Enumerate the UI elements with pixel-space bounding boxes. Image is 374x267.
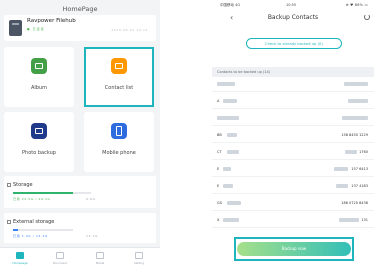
check-backed-up-label: Check to already backed up (0) [265,41,323,46]
contact-name: E [217,167,220,171]
tab-label: Media [95,261,105,265]
status-bar: 中国移动 4G 10:55 ⊕ ♥ 86% ▭ [212,3,374,11]
tab-setting[interactable]: Setting [124,250,154,267]
external-storage-progress-fill [13,229,18,231]
storage-progress-fill [13,192,74,194]
check-backed-up-button[interactable]: Check to already backed up (0) [246,38,342,49]
redacted-name [223,184,233,188]
contact-name: E [217,184,220,188]
redacted-phone [336,184,349,188]
document-icon [56,252,64,259]
storage-free: 6.6G [86,197,96,201]
redacted-name [227,133,237,137]
contact-name: BB [217,133,222,137]
contact-phone: 157 6413 [351,167,368,171]
redacted-phone [348,99,368,103]
redacted-name [227,150,239,154]
device-icon [9,20,22,36]
page-title: Backup Contacts [267,14,319,21]
contact-row[interactable]: E 157 6413 [212,163,374,177]
clock: 10:55 [286,3,297,7]
contact-row[interactable] [212,112,374,126]
contact-row[interactable] [212,78,374,92]
contact-phone: 137 4183 [351,184,368,188]
mobile-phone-tile[interactable]: Mobile phone [84,112,154,172]
contact-row[interactable]: GS 186 0720 8438 [212,197,374,211]
external-storage-progress-bar [13,229,73,231]
storage-icon [7,183,11,187]
device-time: 2019-08-22 10:15 [111,28,148,32]
homepage-screen: HomePage Ravpower Filehub ● 已连接 2019-08-… [0,0,160,267]
contact-phone: 158 8450 1229 [341,133,368,137]
redacted-name [217,116,239,120]
list-header-text: Contacts to be backed up (14) [217,69,271,74]
storage-title: Storage [13,182,33,188]
redacted-phone [344,82,368,86]
contact-list-highlight [84,47,154,107]
home-icon[interactable] [364,14,370,20]
external-storage-title: External storage [13,219,55,225]
redacted-name [223,167,231,171]
backup-contacts-screen: 中国移动 4G 10:55 ⊕ ♥ 86% ▭ ‹ Backup Contact… [212,0,374,267]
contact-row[interactable]: E 137 4183 [212,180,374,194]
redacted-phone [342,116,368,120]
backup-now-button[interactable]: Backup now [237,242,351,256]
battery-status: ⊕ ♥ 86% ▭ [345,3,368,7]
contact-row[interactable]: X 131 [212,214,374,228]
contact-name: X [217,218,220,222]
bottom-tab-bar: Homepage Document Media Setting [0,247,160,267]
contact-name: A [217,99,220,103]
contact-phone: 1760 [359,150,368,154]
storage-card[interactable]: Storage 已用 22.5G / 29.1G 6.6G [4,176,156,208]
contact-row[interactable]: CT 1760 [212,146,374,160]
mobile-phone-icon [111,123,127,139]
redacted-name [223,218,239,222]
carrier: 中国移动 4G [220,3,241,7]
media-icon [96,252,104,259]
photo-backup-icon [31,123,47,139]
tab-label: Homepage [12,261,28,265]
redacted-phone [334,167,349,171]
redacted-phone [339,218,360,222]
tab-media[interactable]: Media [85,250,115,267]
album-label: Album [30,85,48,91]
mobile-phone-label: Mobile phone [102,150,136,156]
setting-icon [135,252,143,259]
page-title: HomePage [62,5,98,13]
tab-document[interactable]: Document [45,250,75,267]
redacted-name [217,82,235,86]
contact-row[interactable]: A [212,95,374,109]
contact-row[interactable]: BB 158 8450 1229 [212,129,374,143]
redacted-name [227,201,241,205]
album-tile[interactable]: Album [4,47,74,107]
tab-label: Setting [133,261,144,265]
header: ‹ Backup Contacts [212,11,374,25]
home-icon [16,252,24,259]
contact-phone: 131 [361,218,368,222]
photo-backup-tile[interactable]: Photo backup [4,112,74,172]
list-header: Contacts to be backed up (14) [212,67,374,77]
tab-homepage[interactable]: Homepage [5,250,35,267]
backup-now-label: Backup now [281,246,307,251]
device-name: Ravpower Filehub [27,18,76,24]
redacted-phone [345,150,358,154]
photo-backup-label: Photo backup [22,150,56,156]
device-card[interactable]: Ravpower Filehub ● 已连接 2019-08-22 10:15 [4,15,156,41]
device-status: ● 已连接 [27,27,45,31]
external-storage-free: 13.1G [86,234,99,238]
storage-progress-bar [13,192,91,194]
external-storage-icon [7,220,11,224]
album-icon [31,58,47,74]
contact-name: CT [217,150,222,154]
external-storage-card[interactable]: External storage 已用 1.2G / 14.3G 13.1G [4,213,156,243]
external-storage-used: 已用 1.2G / 14.3G [13,234,48,238]
contact-name: GS [217,201,222,205]
tab-label: Document [52,261,68,265]
redacted-name [223,99,237,103]
storage-used: 已用 22.5G / 29.1G [13,197,51,201]
contact-phone: 186 0720 8438 [341,201,368,205]
